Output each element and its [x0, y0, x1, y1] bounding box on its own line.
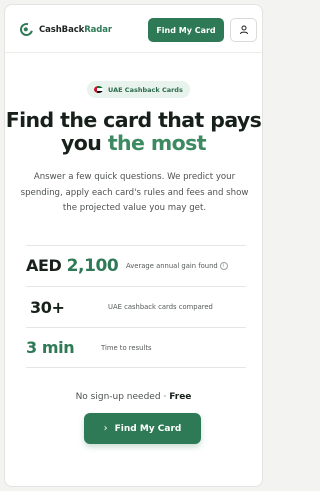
stat-row-time: 3 min Time to results	[26, 327, 246, 368]
no-signup-note: No sign-up needed · Free	[75, 392, 192, 402]
logo-text: CashBackRadar	[39, 24, 112, 35]
stat-row-cards-compared: 30+ UAE cashback cards compared	[26, 286, 246, 327]
hero-description: Answer a few quick questions. We predict…	[20, 172, 249, 214]
page-title: Find the card that pays you the most	[5, 108, 262, 155]
stat-label: Time to results	[101, 343, 152, 352]
stat-value: AED 2,100	[26, 256, 119, 276]
stat-value: 30+	[30, 297, 65, 317]
radar-logo-icon	[17, 20, 36, 39]
top-header: CashBackRadar Find My Card	[5, 5, 262, 53]
stat-row-annual-gain: AED 2,100 Average annual gain found i	[26, 245, 246, 286]
user-button[interactable]	[230, 18, 257, 42]
chevron-right-icon: ›	[103, 423, 108, 434]
stat-label: Average annual gain found i	[126, 262, 228, 270]
stats-list: AED 2,100 Average annual gain found i 30+…	[26, 245, 246, 368]
find-card-cta-button[interactable]: › Find My Card	[84, 413, 201, 444]
stat-label: UAE cashback cards compared	[108, 303, 213, 311]
logo[interactable]: CashBackRadar	[17, 20, 112, 39]
region-badge: UAE Cashback Cards	[87, 81, 190, 98]
page-card: CashBackRadar Find My Card UAE Cashback …	[4, 4, 263, 487]
user-icon	[239, 25, 248, 35]
stat-value: 3 min	[26, 338, 75, 357]
info-icon[interactable]: i	[219, 262, 228, 270]
uae-flag-icon	[94, 86, 103, 93]
header-find-card-button[interactable]: Find My Card	[148, 18, 224, 42]
badge-label: UAE Cashback Cards	[108, 85, 183, 94]
